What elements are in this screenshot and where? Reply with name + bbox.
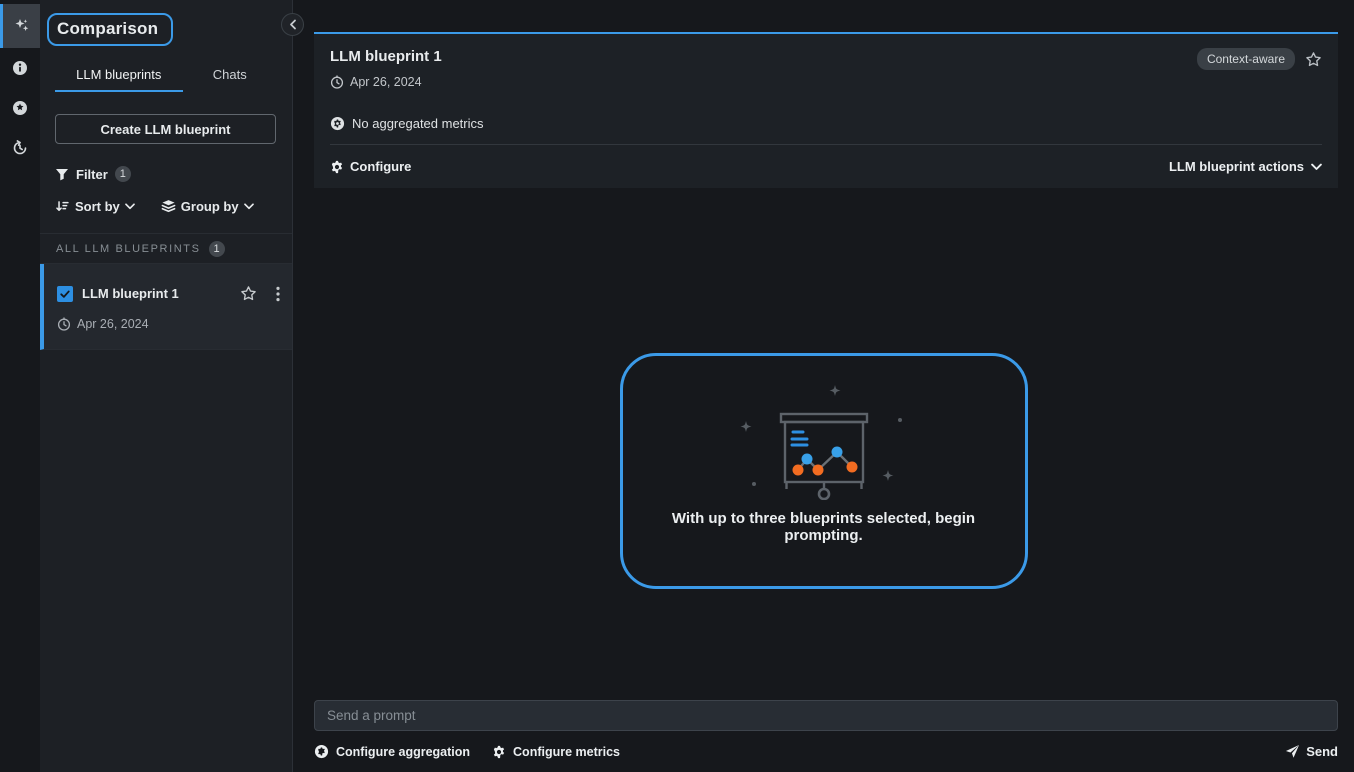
- blueprint-section-header: ALL LLM BLUEPRINTS 1: [40, 233, 292, 264]
- sidebar-tabs: LLM blueprints Chats: [55, 58, 277, 92]
- configure-aggregation-button[interactable]: Configure aggregation: [314, 744, 470, 759]
- actions-label: LLM blueprint actions: [1169, 159, 1304, 174]
- configure-button[interactable]: Configure: [330, 159, 411, 174]
- sort-icon: [55, 199, 70, 214]
- group-by-label: Group by: [181, 199, 239, 214]
- create-llm-blueprint-button[interactable]: Create LLM blueprint: [55, 114, 276, 144]
- tab-chats[interactable]: Chats: [183, 58, 277, 92]
- star-outline-icon: [1305, 51, 1322, 68]
- configure-metrics-button[interactable]: Configure metrics: [492, 745, 620, 759]
- chevron-down-icon: [244, 203, 254, 210]
- clock-icon: [57, 317, 71, 331]
- card-title: LLM blueprint 1: [330, 48, 442, 65]
- card-date: Apr 26, 2024: [350, 75, 422, 89]
- configure-aggregation-label: Configure aggregation: [336, 745, 470, 759]
- aggregated-metrics-status: No aggregated metrics: [330, 116, 1322, 131]
- star-circle-icon: [12, 100, 28, 116]
- configure-label: Configure: [350, 159, 411, 174]
- rail-item-info[interactable]: [0, 48, 40, 88]
- section-count-badge: 1: [209, 241, 225, 257]
- main-panel: LLM blueprint 1 Apr 26, 2024 Co: [293, 0, 1354, 772]
- prompt-footer: Configure aggregation Configure metrics: [314, 744, 1338, 759]
- filter-button[interactable]: Filter 1: [55, 166, 276, 182]
- sort-group-row: Sort by Group by: [55, 199, 276, 214]
- clock-icon: [330, 75, 344, 89]
- empty-state-message: With up to three blueprints selected, be…: [643, 510, 1005, 544]
- playground-content: With up to three blueprints selected, be…: [293, 188, 1354, 700]
- empty-state-box: With up to three blueprints selected, be…: [620, 353, 1028, 589]
- filter-count-badge: 1: [115, 166, 131, 182]
- blueprint-title: LLM blueprint 1: [82, 286, 231, 301]
- sort-by-button[interactable]: Sort by: [55, 199, 135, 214]
- section-header-label: ALL LLM BLUEPRINTS: [56, 243, 201, 255]
- kebab-menu-icon: [276, 286, 280, 302]
- configure-metrics-label: Configure metrics: [513, 745, 620, 759]
- gear-icon: [492, 745, 506, 759]
- funnel-icon: [55, 168, 69, 181]
- card-favorite-star-button[interactable]: [1305, 51, 1322, 68]
- presentation-chart-illustration: [709, 382, 939, 500]
- blueprint-date: Apr 26, 2024: [77, 317, 149, 331]
- filter-label: Filter: [76, 167, 108, 182]
- rail-item-history[interactable]: [0, 128, 40, 168]
- rail-item-playground[interactable]: [0, 4, 40, 48]
- metrics-status-label: No aggregated metrics: [352, 116, 484, 131]
- blueprint-menu-button[interactable]: [276, 286, 280, 302]
- blueprint-list-item[interactable]: LLM blueprint 1: [40, 264, 292, 350]
- rail-item-favorites[interactable]: [0, 88, 40, 128]
- info-icon: [12, 60, 28, 76]
- sort-by-label: Sort by: [75, 199, 120, 214]
- history-icon: [12, 140, 28, 156]
- star-outline-icon: [240, 285, 257, 302]
- layers-icon: [161, 199, 176, 214]
- chevron-left-icon: [289, 19, 297, 30]
- chevron-down-icon: [125, 203, 135, 210]
- sparkles-icon: [13, 17, 31, 35]
- chevron-down-icon: [1311, 163, 1322, 171]
- page-title: Comparison: [47, 13, 173, 46]
- collapse-sidebar-button[interactable]: [281, 13, 304, 36]
- favorite-star-button[interactable]: [240, 285, 257, 302]
- llm-blueprint-actions-button[interactable]: LLM blueprint actions: [1169, 159, 1322, 174]
- group-by-button[interactable]: Group by: [161, 199, 254, 214]
- icon-rail: [0, 0, 40, 772]
- gear-icon: [330, 160, 344, 174]
- aggregation-circle-icon: [330, 116, 345, 131]
- aggregation-circle-icon: [314, 744, 329, 759]
- prompt-input[interactable]: [314, 700, 1338, 731]
- tab-llm-blueprints[interactable]: LLM blueprints: [55, 58, 183, 92]
- context-aware-badge: Context-aware: [1197, 48, 1295, 70]
- app: Comparison LLM blueprints Chats Create L…: [0, 0, 1354, 772]
- send-icon: [1285, 744, 1300, 759]
- sidebar: Comparison LLM blueprints Chats Create L…: [40, 0, 293, 772]
- send-button[interactable]: Send: [1285, 744, 1338, 759]
- blueprint-checkbox[interactable]: [57, 286, 73, 302]
- send-label: Send: [1306, 744, 1338, 759]
- blueprint-card: LLM blueprint 1 Apr 26, 2024 Co: [314, 32, 1338, 188]
